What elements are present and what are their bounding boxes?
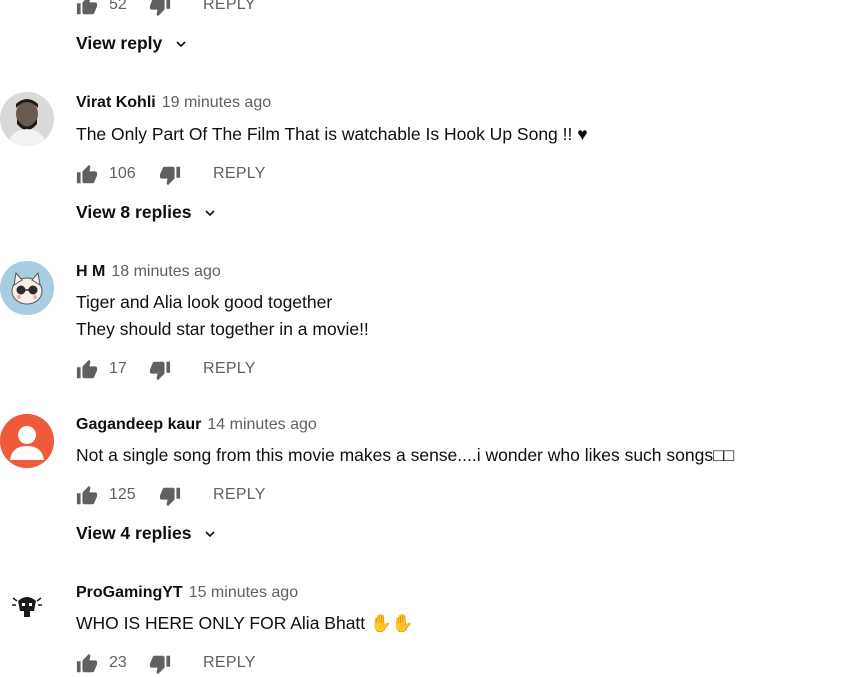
view-replies-label: View reply [76,33,163,53]
like-count: 17 [109,360,127,377]
like-count: 125 [109,486,136,503]
like-icon[interactable] [76,485,98,507]
view-replies-button[interactable]: View reply [76,33,189,54]
like-icon[interactable] [76,0,98,17]
comment-text: WHO IS HERE ONLY FOR Alia Bhatt ✋✋ [76,613,414,633]
like-count: 52 [109,0,127,13]
comment-timestamp[interactable]: 18 minutes ago [111,263,220,280]
chevron-down-icon [202,526,218,542]
default-user-icon [0,414,54,468]
view-replies-button[interactable]: View 8 replies [76,202,218,223]
reply-button[interactable]: REPLY [203,0,256,14]
avatar[interactable] [0,581,54,635]
dislike-icon[interactable] [149,0,171,17]
avatar[interactable] [0,414,54,468]
comment-timestamp[interactable]: 15 minutes ago [189,584,298,601]
profile-photo [0,92,54,146]
reply-button[interactable]: REPLY [203,360,256,378]
view-replies-button[interactable]: View 4 replies [76,523,218,544]
reply-button[interactable]: REPLY [203,654,256,672]
comment-author[interactable]: H M 18 minutes ago [76,263,221,281]
comment-text: The Only Part Of The Film That is watcha… [76,124,588,144]
comment-timestamp[interactable]: 14 minutes ago [207,416,316,433]
chevron-down-icon [173,36,189,52]
comment-author[interactable]: Virat Kohli 19 minutes ago [76,94,271,112]
dislike-icon[interactable] [159,485,181,507]
view-replies-label: View 4 replies [76,523,192,543]
comment-author[interactable]: ProGamingYT 15 minutes ago [76,584,298,602]
comment-text-line-1: Tiger and Alia look good together [76,292,333,312]
like-count: 106 [109,165,136,182]
like-count: 23 [109,654,127,671]
dislike-icon[interactable] [159,164,181,186]
like-icon[interactable] [76,164,98,186]
dislike-icon[interactable] [149,359,171,381]
reply-button[interactable]: REPLY [213,486,266,504]
comment-timestamp[interactable]: 19 minutes ago [162,94,271,111]
view-replies-label: View 8 replies [76,202,192,222]
comment-text: Not a single song from this movie makes … [76,445,735,465]
comment-author[interactable]: Gagandeep kaur 14 minutes ago [76,416,317,434]
comment-text-line-2: They should star together in a movie!! [76,319,369,339]
chevron-down-icon [202,205,218,221]
logo-avatar [0,581,54,635]
like-icon[interactable] [76,359,98,381]
avatar[interactable] [0,92,54,146]
cartoon-cat-avatar [0,261,54,315]
avatar[interactable] [0,261,54,315]
reply-button[interactable]: REPLY [213,165,266,183]
